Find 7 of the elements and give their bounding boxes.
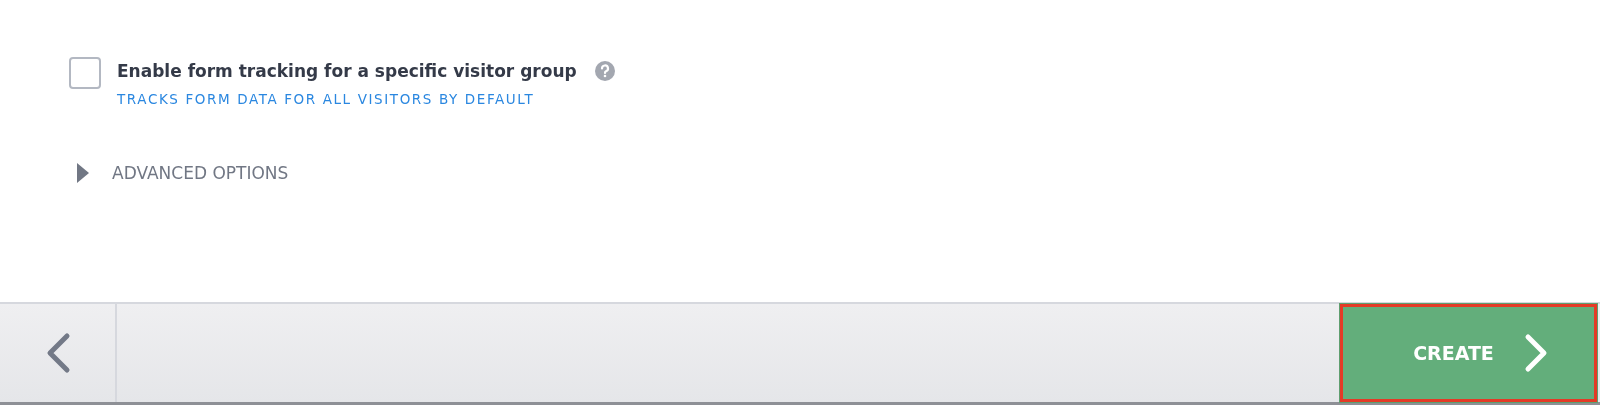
advanced-options-toggle[interactable]: ADVANCED OPTIONS — [69, 161, 295, 185]
help-icon[interactable] — [594, 61, 615, 81]
hint-text: TRACKS FORM DATA FOR ALL VISITORS BY DEFAULT — [117, 91, 536, 107]
create-button[interactable]: CREATE — [1340, 304, 1597, 402]
checkbox-label: Enable form tracking for a specific visitor group — [117, 61, 577, 81]
checkbox[interactable] — [69, 57, 101, 89]
chevron-right-icon — [1523, 333, 1548, 373]
